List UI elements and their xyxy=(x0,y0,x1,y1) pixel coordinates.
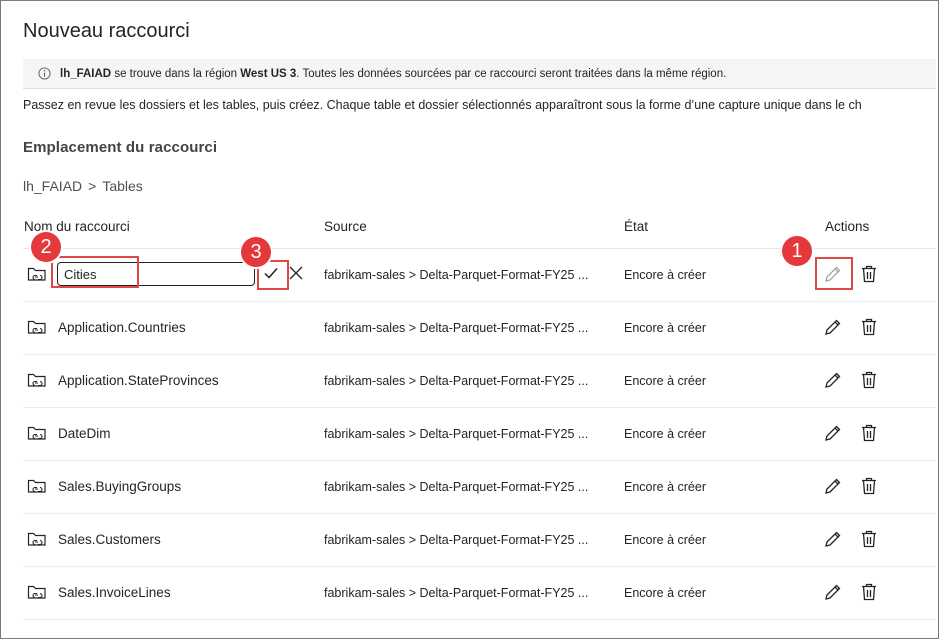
row-source: fabrikam-sales > Delta-Parquet-Format-FY… xyxy=(324,586,589,600)
row-state: Encore à créer xyxy=(624,427,706,441)
table-row: Sales.BuyingGroups fabrikam-sales > Delt… xyxy=(23,461,936,514)
breadcrumb: lh_FAIAD > Tables xyxy=(23,178,143,194)
breadcrumb-root[interactable]: lh_FAIAD xyxy=(23,178,82,194)
pencil-icon[interactable] xyxy=(824,530,842,548)
row-name: DateDim xyxy=(58,426,111,441)
region-info-banner: lh_FAIAD se trouve dans la région West U… xyxy=(23,59,936,89)
header-actions: Actions xyxy=(825,219,870,234)
row-state: Encore à créer xyxy=(624,586,706,600)
header-source: Source xyxy=(324,219,367,234)
pencil-icon[interactable] xyxy=(824,318,842,336)
folder-shortcut-icon xyxy=(27,267,46,281)
annotation-badge-2: 2 xyxy=(31,232,61,262)
row-name: Application.StateProvinces xyxy=(58,373,219,388)
trash-icon[interactable] xyxy=(860,423,878,443)
pencil-icon[interactable] xyxy=(824,371,842,389)
trash-icon[interactable] xyxy=(860,370,878,390)
row-name: Sales.Customers xyxy=(58,532,161,547)
row-source: fabrikam-sales > Delta-Parquet-Format-FY… xyxy=(324,427,589,441)
annotation-badge-1: 1 xyxy=(782,236,812,266)
table-row: Application.Countries fabrikam-sales > D… xyxy=(23,302,936,355)
shortcut-dialog: Nouveau raccourci lh_FAIAD se trouve dan… xyxy=(0,0,939,639)
row-source: fabrikam-sales > Delta-Parquet-Format-FY… xyxy=(324,533,589,547)
highlight-edit xyxy=(815,257,853,290)
row-state: Encore à créer xyxy=(624,480,706,494)
header-state: État xyxy=(624,219,649,234)
row-source: fabrikam-sales > Delta-Parquet-Format-FY… xyxy=(324,321,589,335)
row-state: Encore à créer xyxy=(624,321,706,335)
folder-shortcut-icon xyxy=(27,479,46,493)
trash-icon[interactable] xyxy=(860,582,878,602)
folder-shortcut-icon xyxy=(27,585,46,599)
folder-shortcut-icon xyxy=(27,373,46,387)
breadcrumb-separator: > xyxy=(88,178,97,194)
row-source: fabrikam-sales > Delta-Parquet-Format-FY… xyxy=(324,268,589,282)
folder-shortcut-icon xyxy=(27,426,46,440)
row-source: fabrikam-sales > Delta-Parquet-Format-FY… xyxy=(324,480,589,494)
breadcrumb-folder: Tables xyxy=(102,178,143,194)
folder-shortcut-icon xyxy=(27,532,46,546)
info-icon xyxy=(38,67,51,80)
banner-text-1: se trouve dans la région xyxy=(111,67,241,80)
section-title: Emplacement du raccourci xyxy=(23,139,218,156)
close-icon[interactable] xyxy=(288,265,304,281)
row-state: Encore à créer xyxy=(624,533,706,547)
row-name: Application.Countries xyxy=(58,320,186,335)
banner-text-2: . Toutes les données sourcées par ce rac… xyxy=(296,67,727,80)
trash-icon[interactable] xyxy=(860,317,878,337)
highlight-name-input xyxy=(51,256,139,288)
banner-region: West US 3 xyxy=(240,67,297,80)
table-row: DateDim fabrikam-sales > Delta-Parquet-F… xyxy=(23,408,936,461)
pencil-icon[interactable] xyxy=(824,477,842,495)
table-row: Sales.Customers fabrikam-sales > Delta-P… xyxy=(23,514,936,567)
folder-shortcut-icon xyxy=(27,320,46,334)
row-source: fabrikam-sales > Delta-Parquet-Format-FY… xyxy=(324,374,589,388)
dialog-title: Nouveau raccourci xyxy=(23,20,190,42)
table-row: Sales.InvoiceLines fabrikam-sales > Delt… xyxy=(23,567,936,620)
trash-icon[interactable] xyxy=(860,476,878,496)
trash-icon[interactable] xyxy=(860,264,878,284)
pencil-icon[interactable] xyxy=(824,583,842,601)
dialog-description: Passez en revue les dossiers et les tabl… xyxy=(23,98,862,112)
banner-lakehouse: lh_FAIAD xyxy=(60,67,112,80)
annotation-badge-3: 3 xyxy=(241,237,271,267)
table-row: Application.StateProvinces fabrikam-sale… xyxy=(23,355,936,408)
row-state: Encore à créer xyxy=(624,374,706,388)
header-name: Nom du raccourci xyxy=(24,219,130,234)
row-state: Encore à créer xyxy=(624,268,706,282)
row-name: Sales.BuyingGroups xyxy=(58,479,182,494)
trash-icon[interactable] xyxy=(860,529,878,549)
pencil-icon[interactable] xyxy=(824,424,842,442)
row-name: Sales.InvoiceLines xyxy=(58,585,171,600)
